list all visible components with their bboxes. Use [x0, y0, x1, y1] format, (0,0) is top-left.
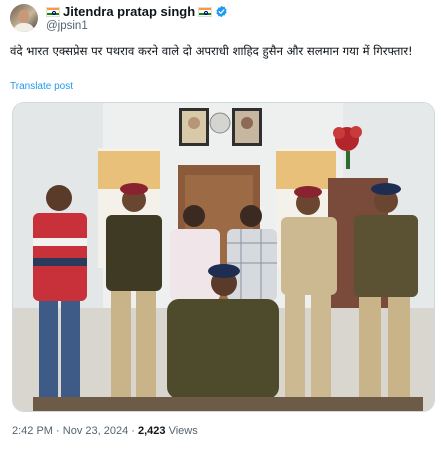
translate-post-link[interactable]: Translate post [10, 81, 73, 92]
police-group-photo [13, 103, 434, 411]
author-handle[interactable]: @jpsin1 [46, 20, 88, 32]
author-display-name[interactable]: Jitendra pratap singh [63, 4, 195, 19]
india-flag-icon [198, 6, 213, 17]
tweet-meta: 2:42 PM · Nov 23, 2024 · 2,423 Views [12, 425, 198, 437]
tweet-text: वंदे भारत एक्सप्रेस पर पथराव करने वाले द… [10, 44, 413, 58]
author-name-row[interactable]: Jitendra pratap singh [46, 4, 228, 19]
meta-separator: · [56, 425, 60, 437]
tweet-date[interactable]: Nov 23, 2024 [63, 425, 128, 437]
tweet-media-photo[interactable] [12, 102, 435, 412]
tweet-time[interactable]: 2:42 PM [12, 425, 53, 437]
verified-badge-icon[interactable] [215, 5, 228, 18]
views-count: 2,423 [138, 425, 166, 437]
views-label: Views [168, 425, 198, 437]
tweet-header: Jitendra pratap singh @jpsin1 [10, 4, 431, 34]
india-flag-icon [46, 6, 60, 17]
author-avatar[interactable] [10, 4, 38, 32]
meta-separator: · [131, 425, 135, 437]
